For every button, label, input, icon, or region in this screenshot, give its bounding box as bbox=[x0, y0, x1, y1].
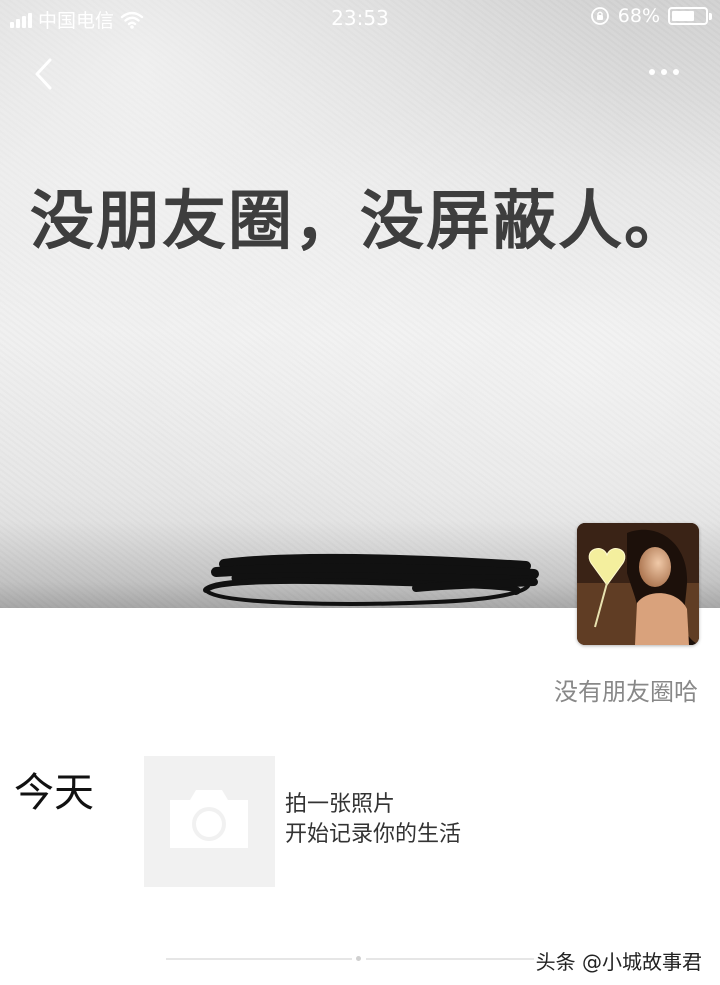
back-button[interactable] bbox=[26, 52, 66, 96]
battery-icon bbox=[668, 7, 712, 25]
more-dots-icon bbox=[649, 69, 679, 75]
camera-icon bbox=[170, 790, 248, 848]
chevron-left-icon bbox=[35, 58, 52, 90]
status-right: 68% bbox=[590, 5, 712, 27]
prompt-line-2: 开始记录你的生活 bbox=[285, 822, 462, 847]
end-divider-right bbox=[366, 958, 556, 960]
battery-fill bbox=[672, 11, 694, 21]
status-bar: 中国电信 23:53 68% bbox=[0, 0, 720, 36]
watermark: 头条 @小城故事君 bbox=[533, 946, 704, 975]
day-label: 今天 bbox=[14, 770, 94, 816]
moments-page: 没朋友圈，没屏蔽人。 中国电信 23:53 68% 没有朋友圈哈 今天 拍一张照… bbox=[0, 0, 720, 985]
prompt-line-1: 拍一张照片 bbox=[285, 792, 396, 817]
avatar[interactable] bbox=[577, 523, 699, 645]
cover-text: 没朋友圈，没屏蔽人。 bbox=[30, 185, 690, 259]
end-divider-dot bbox=[356, 956, 361, 961]
cover-image[interactable]: 没朋友圈，没屏蔽人。 bbox=[0, 0, 720, 608]
take-photo-button[interactable] bbox=[144, 756, 275, 887]
battery-percent: 68% bbox=[617, 5, 660, 27]
redacted-nickname bbox=[203, 553, 539, 606]
end-divider-left bbox=[166, 958, 352, 960]
post-prompt: 拍一张照片 开始记录你的生活 bbox=[285, 790, 461, 850]
orientation-lock-icon bbox=[590, 7, 609, 25]
more-button[interactable] bbox=[646, 60, 686, 84]
battery-cap bbox=[709, 13, 712, 20]
profile-signature: 没有朋友圈哈 bbox=[554, 678, 698, 706]
avatar-image bbox=[577, 523, 699, 645]
